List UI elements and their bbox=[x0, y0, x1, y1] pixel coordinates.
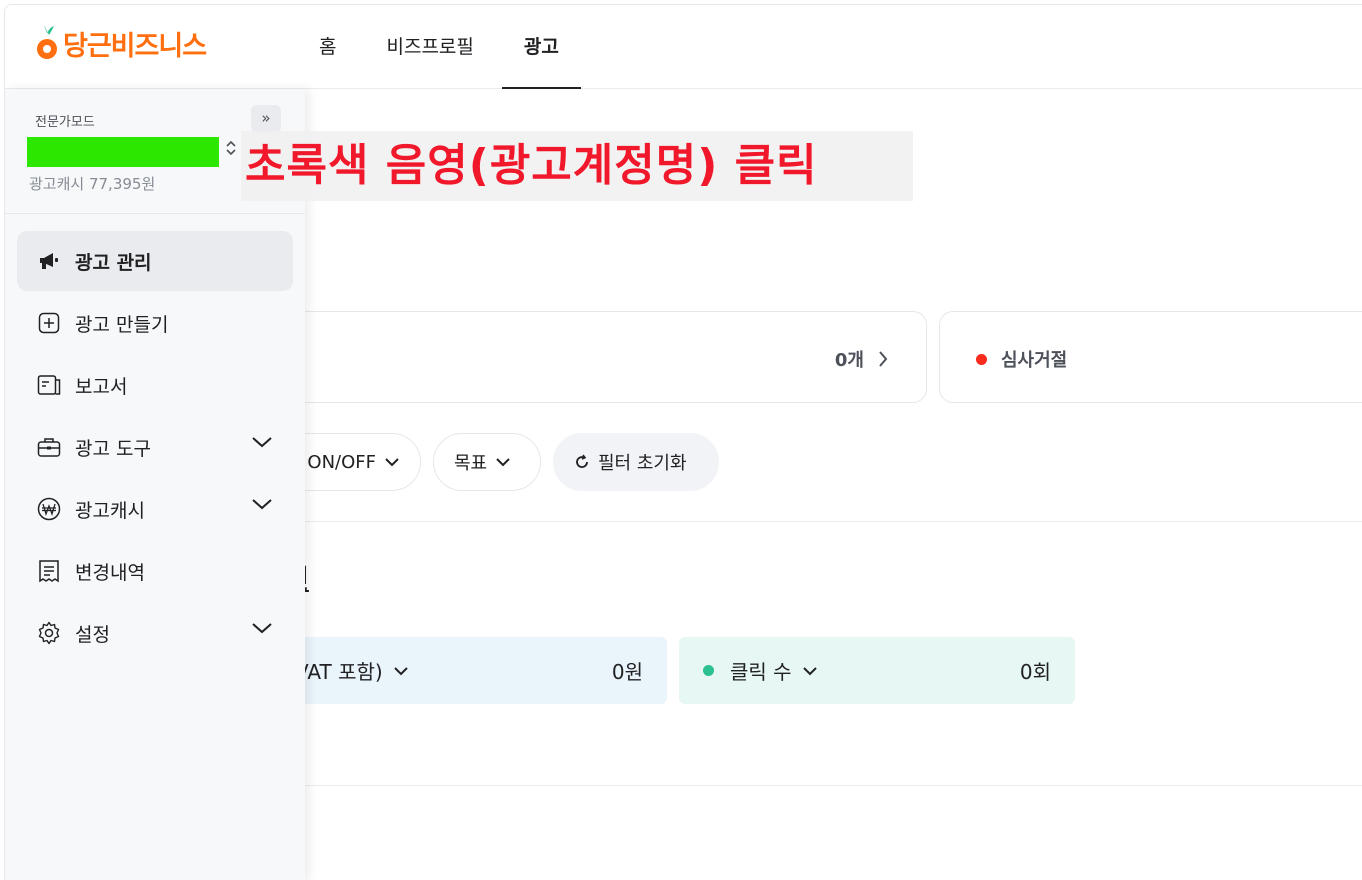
annotation-callout: 초록색 음영(광고계정명) 클릭 bbox=[241, 131, 913, 201]
rejected-label: 심사거절 bbox=[1001, 350, 1068, 371]
chevron-down-icon bbox=[252, 623, 272, 634]
top-header: 당근비즈니스 홈 비즈프로필 광고 bbox=[5, 5, 1362, 89]
green-dot-icon bbox=[703, 665, 714, 676]
rejected-status: 심사거절 bbox=[976, 346, 1067, 372]
expert-mode-label: 전문가모드 bbox=[35, 115, 95, 130]
metric-cost[interactable]: VAT 포함) 0원 bbox=[245, 637, 667, 704]
filter-reset-label: 필터 초기화 bbox=[598, 453, 687, 474]
refresh-icon bbox=[576, 454, 588, 468]
sidebar-item-label: 변경내역 bbox=[75, 561, 145, 584]
metric-cost-label: VAT 포함) bbox=[295, 660, 383, 684]
status-card-count[interactable]: 0개 bbox=[245, 311, 927, 403]
app-window: 당근비즈니스 홈 비즈프로필 광고 리 0개 심사거절 ON/OFF 목표 필터… bbox=[4, 4, 1362, 880]
collapse-sidebar-button[interactable]: » bbox=[251, 105, 281, 133]
main-nav: 홈 비즈프로필 광고 bbox=[297, 5, 587, 89]
filter-goal-label: 목표 bbox=[454, 453, 488, 474]
chevron-right-icon bbox=[879, 351, 888, 367]
filter-goal[interactable]: 목표 bbox=[433, 433, 541, 491]
sidebar-item-label: 광고 관리 bbox=[75, 251, 152, 274]
metric-clicks-value: 0회 bbox=[1019, 660, 1051, 684]
sidebar-menu: 광고 관리 광고 만들기 보고서 광고 도구 광고캐시 변경내역 설정 bbox=[17, 231, 293, 665]
nav-home[interactable]: 홈 bbox=[297, 5, 358, 89]
sidebar: 전문가모드 » 광고캐시 77,395원 광고 관리 광고 만들기 보고서 광고… bbox=[5, 89, 305, 880]
sidebar-item-ad-cash[interactable]: 광고캐시 bbox=[17, 479, 293, 539]
chevron-down-icon bbox=[394, 666, 408, 675]
chevron-down-icon bbox=[385, 458, 399, 467]
brand-name: 당근비즈니스 bbox=[63, 30, 207, 62]
filter-onoff-label: ON/OFF bbox=[307, 451, 376, 473]
sidebar-item-report[interactable]: 보고서 bbox=[17, 355, 293, 415]
sidebar-item-history[interactable]: 변경내역 bbox=[17, 541, 293, 601]
nav-bizprofile[interactable]: 비즈프로필 bbox=[364, 5, 495, 89]
sidebar-item-label: 설정 bbox=[75, 623, 110, 646]
account-name-highlight[interactable] bbox=[27, 137, 219, 167]
toolbox-icon bbox=[37, 435, 61, 459]
sidebar-item-label: 보고서 bbox=[75, 375, 128, 398]
megaphone-icon bbox=[37, 249, 61, 273]
sidebar-item-settings[interactable]: 설정 bbox=[17, 603, 293, 663]
sidebar-item-label: 광고 만들기 bbox=[75, 313, 169, 336]
sidebar-item-ad-management[interactable]: 광고 관리 bbox=[17, 231, 293, 291]
metric-cost-value: 0원 bbox=[611, 660, 643, 684]
chevron-down-icon bbox=[252, 437, 272, 448]
metric-clicks-label-wrap: 클릭 수 bbox=[703, 656, 818, 685]
ad-count-value: 0개 bbox=[834, 350, 864, 371]
sidebar-item-label: 광고 도구 bbox=[75, 437, 151, 460]
sidebar-item-label: 광고캐시 bbox=[75, 499, 145, 522]
ad-count: 0개 bbox=[835, 346, 888, 372]
gear-icon bbox=[37, 621, 61, 645]
metric-clicks-label: 클릭 수 bbox=[730, 660, 792, 684]
ad-cash-balance: 광고캐시 77,395원 bbox=[29, 175, 156, 193]
red-dot-icon bbox=[976, 353, 987, 365]
sidebar-item-create-ad[interactable]: 광고 만들기 bbox=[17, 293, 293, 353]
plus-square-icon bbox=[37, 311, 61, 335]
receipt-icon bbox=[37, 559, 61, 583]
nav-ads[interactable]: 광고 bbox=[501, 5, 581, 89]
account-switch-icon[interactable] bbox=[225, 139, 237, 159]
chevron-down-icon bbox=[802, 666, 817, 675]
status-card-rejected[interactable]: 심사거절 bbox=[939, 311, 1362, 403]
filter-reset-button[interactable]: 필터 초기화 bbox=[553, 433, 719, 491]
carrot-logo-icon bbox=[37, 25, 57, 59]
won-icon bbox=[37, 497, 61, 521]
chevron-down-icon bbox=[252, 499, 272, 510]
chevron-down-icon bbox=[496, 458, 510, 467]
brand-logo[interactable]: 당근비즈니스 bbox=[35, 23, 207, 63]
divider bbox=[5, 213, 305, 214]
sidebar-item-ad-tools[interactable]: 광고 도구 bbox=[17, 417, 293, 477]
metric-cost-label-wrap: VAT 포함) bbox=[295, 656, 409, 685]
report-icon bbox=[37, 373, 61, 397]
metric-clicks[interactable]: 클릭 수 0회 bbox=[679, 637, 1075, 704]
